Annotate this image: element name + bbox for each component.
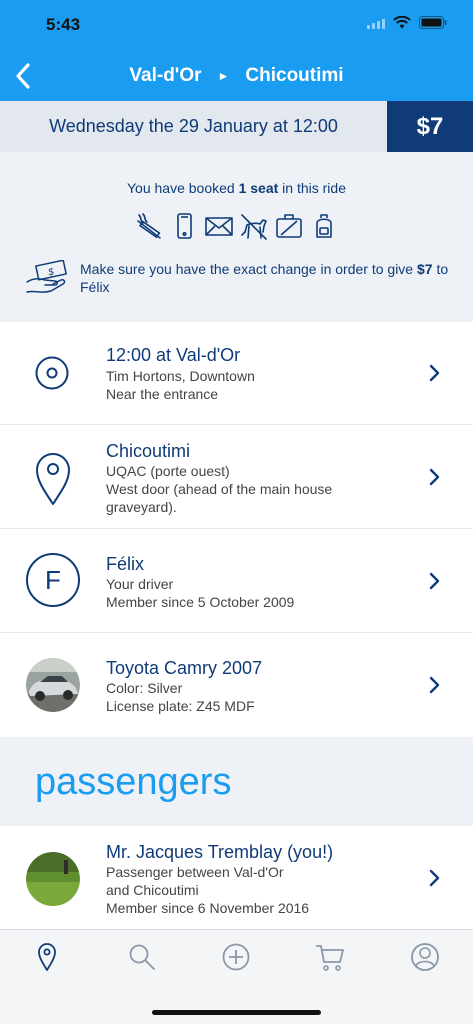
status-icons xyxy=(367,16,447,29)
booking-info: You have booked 1 seat in this ride $ Ma… xyxy=(0,152,473,322)
departure-point-icon xyxy=(35,356,69,390)
passenger-member-since: Member since 6 November 2016 xyxy=(106,900,310,916)
car-color: Color: Silver xyxy=(106,680,183,696)
passengers-heading: passengers xyxy=(35,761,232,803)
svg-text:$: $ xyxy=(48,267,54,278)
arrival-note: West door (ahead of the main house grave… xyxy=(106,481,333,515)
profile-icon[interactable] xyxy=(410,942,440,972)
driver-row[interactable]: F Félix Your driver Member since 5 Octob… xyxy=(0,529,473,632)
passenger-row[interactable]: Mr. Jacques Tremblay (you!) Passenger be… xyxy=(0,826,473,929)
passengers-section-header: passengers xyxy=(0,737,473,826)
departure-place: Tim Hortons, Downtown xyxy=(106,368,255,384)
car-photo xyxy=(26,658,80,712)
signal-icon xyxy=(367,17,385,29)
chevron-right-icon xyxy=(429,572,440,590)
no-pets-icon xyxy=(241,214,267,240)
cash-hand-icon: $ xyxy=(26,260,67,293)
chevron-right-icon xyxy=(429,676,440,694)
backpack-icon xyxy=(316,214,332,238)
route-title: Val-d'Or ► Chicoutimi xyxy=(0,65,473,87)
no-luggage-icon xyxy=(276,214,302,238)
destination-pin-icon xyxy=(36,453,70,505)
driver-name: Félix xyxy=(106,554,145,574)
departure-row[interactable]: 12:00 at Val-d'Or Tim Hortons, Downtown … xyxy=(0,322,473,424)
driver-avatar: F xyxy=(26,553,80,607)
status-time: 5:43 xyxy=(46,15,81,34)
trip-date: Wednesday the 29 January at 12:00 xyxy=(49,116,338,136)
departure-title: 12:00 at Val-d'Or xyxy=(106,345,241,365)
car-plate: License plate: Z45 MDF xyxy=(106,698,255,714)
car-row[interactable]: Toyota Camry 2007 Color: Silver License … xyxy=(0,633,473,737)
booked-message: You have booked 1 seat in this ride xyxy=(0,180,473,196)
driver-member-since: Member since 5 October 2009 xyxy=(106,594,295,610)
no-smoking-icon xyxy=(137,213,161,239)
exact-change-text: Make sure you have the exact change in o… xyxy=(80,260,460,296)
booked-post: in this ride xyxy=(278,180,346,196)
route-arrow: ► xyxy=(217,68,230,83)
wifi-icon xyxy=(393,16,411,29)
booked-seats: 1 seat xyxy=(238,180,279,196)
origin-label: Val-d'Or xyxy=(129,65,202,86)
passenger-name: Mr. Jacques Tremblay (you!) xyxy=(106,842,334,862)
trip-price: $7 xyxy=(387,101,473,152)
mail-icon xyxy=(205,217,233,236)
exact-change-notice: $ Make sure you have the exact change in… xyxy=(25,260,455,300)
change-pre: Make sure you have the exact change in o… xyxy=(80,261,417,277)
departure-note: Near the entrance xyxy=(106,386,219,402)
add-icon[interactable] xyxy=(221,942,251,972)
home-indicator xyxy=(152,1010,321,1015)
arrival-title: Chicoutimi xyxy=(106,441,191,461)
chevron-right-icon xyxy=(429,869,440,887)
chevron-right-icon xyxy=(429,468,440,486)
passenger-route-line1: Passenger between Val-d'Or xyxy=(106,864,284,880)
car-model: Toyota Camry 2007 xyxy=(106,658,263,678)
search-icon[interactable] xyxy=(127,942,157,972)
cart-icon[interactable] xyxy=(315,942,345,972)
passenger-avatar xyxy=(26,852,80,906)
arrival-place: UQAC (porte ouest) xyxy=(106,463,230,479)
booked-pre: You have booked xyxy=(127,180,239,196)
change-amount: $7 xyxy=(416,261,433,277)
amenities-row xyxy=(0,211,473,241)
chevron-right-icon xyxy=(429,364,440,382)
driver-role: Your driver xyxy=(106,576,174,592)
destination-label: Chicoutimi xyxy=(245,65,344,86)
navigation-bar: 5:43 Val-d'Or ► Chicoutimi xyxy=(0,0,473,101)
map-pin-icon[interactable] xyxy=(32,942,62,972)
phone-icon xyxy=(177,213,192,239)
battery-icon xyxy=(419,16,447,29)
passenger-route-line2: and Chicoutimi xyxy=(106,882,199,898)
trip-date-bar: Wednesday the 29 January at 12:00 $7 xyxy=(0,101,473,152)
arrival-row[interactable]: Chicoutimi UQAC (porte ouest) West door … xyxy=(0,425,473,528)
